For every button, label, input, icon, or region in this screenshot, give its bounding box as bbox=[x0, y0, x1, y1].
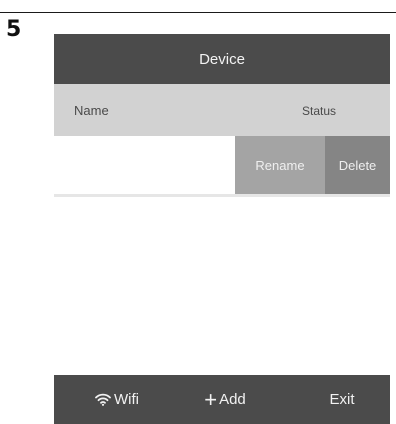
delete-button-label: Delete bbox=[338, 157, 377, 173]
table-row[interactable]: Rename Delete bbox=[54, 136, 390, 194]
rename-button-label: Rename bbox=[255, 157, 305, 173]
wifi-button[interactable]: Wifi bbox=[78, 375, 156, 424]
page-title: Device bbox=[199, 50, 245, 68]
exit-button-label: Exit bbox=[329, 391, 355, 408]
add-button[interactable]: + Add bbox=[190, 375, 260, 424]
wifi-icon bbox=[95, 393, 111, 406]
table-header: Name Status bbox=[54, 84, 390, 136]
delete-button[interactable]: Delete bbox=[325, 136, 390, 194]
rename-button[interactable]: Rename bbox=[235, 136, 325, 194]
top-rule bbox=[0, 12, 396, 13]
column-header-name: Name bbox=[74, 103, 109, 118]
step-number: 5 bbox=[6, 17, 22, 42]
title-bar: Device bbox=[54, 34, 390, 84]
device-name-cell[interactable] bbox=[54, 136, 235, 194]
wifi-button-label: Wifi bbox=[114, 391, 139, 408]
bottom-toolbar: Wifi + Add Exit bbox=[54, 375, 390, 424]
device-list-area bbox=[54, 197, 390, 375]
exit-button[interactable]: Exit bbox=[318, 375, 366, 424]
add-button-label: Add bbox=[219, 391, 246, 408]
device-screen: Device Name Status Rename Delete Wifi + … bbox=[54, 34, 390, 424]
column-header-status: Status bbox=[302, 104, 337, 118]
plus-icon: + bbox=[204, 386, 218, 412]
